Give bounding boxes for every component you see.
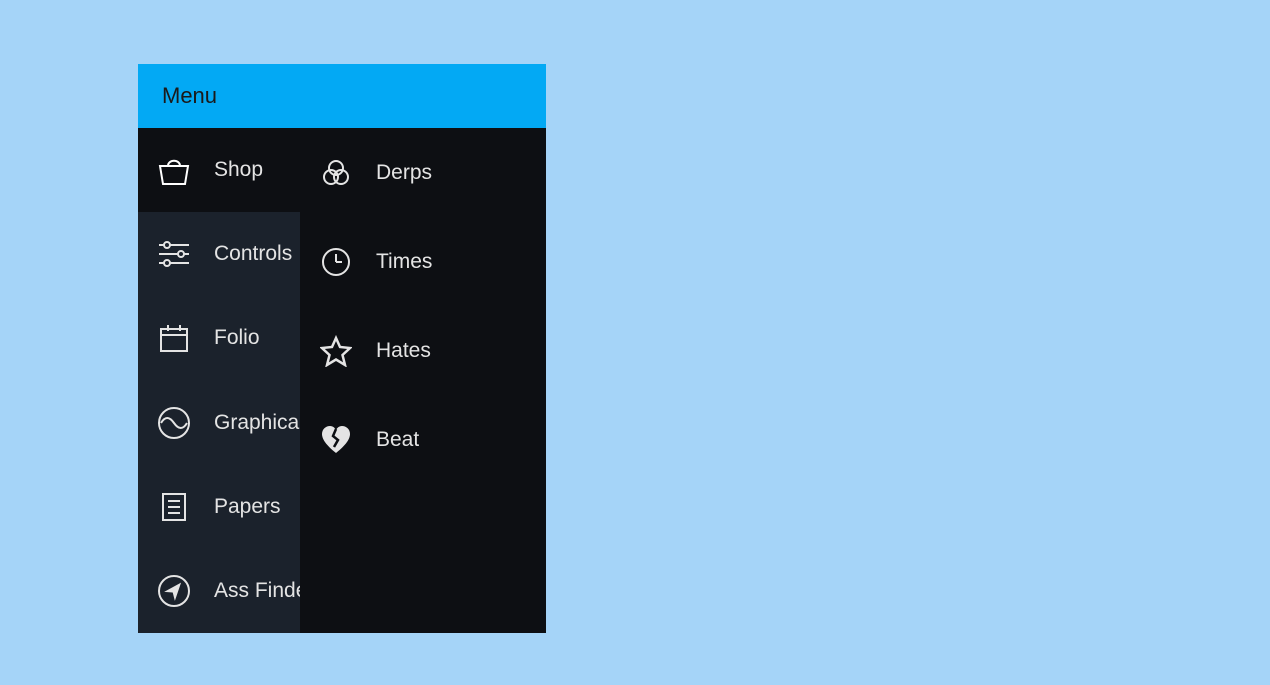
menu-item-label: Shop: [214, 158, 263, 182]
menu-item-beat[interactable]: Beat: [300, 395, 546, 484]
menu-item-controls[interactable]: Controls: [138, 212, 300, 296]
sliders-icon: [156, 236, 192, 272]
star-icon: [318, 333, 354, 369]
menu-item-label: Papers: [214, 495, 281, 519]
menu-left-column: Shop Controls: [138, 128, 300, 633]
menu-item-label: Hates: [376, 339, 431, 363]
heartbreak-icon: [318, 422, 354, 458]
bag-icon: [156, 152, 192, 188]
menu-item-label: Times: [376, 250, 432, 274]
menu-item-label: Beat: [376, 428, 419, 452]
menu-item-papers[interactable]: Papers: [138, 465, 300, 549]
menu-panel: Menu Shop: [138, 64, 546, 633]
menu-item-folio[interactable]: Folio: [138, 296, 300, 380]
compass-icon: [156, 573, 192, 609]
clock-icon: [318, 244, 354, 280]
menu-item-times[interactable]: Times: [300, 217, 546, 306]
calendar-icon: [156, 320, 192, 356]
menu-item-assfind[interactable]: Ass Finder: [138, 549, 300, 633]
document-icon: [156, 489, 192, 525]
menu-item-label: Controls: [214, 242, 292, 266]
menu-item-label: Derps: [376, 161, 432, 185]
menu-header: Menu: [138, 64, 546, 128]
menu-item-hates[interactable]: Hates: [300, 306, 546, 395]
wave-icon: [156, 405, 192, 441]
menu-item-derps[interactable]: Derps: [300, 128, 546, 217]
menu-columns: Shop Controls: [138, 128, 546, 633]
menu-item-label: Ass Finder: [214, 579, 300, 603]
menu-item-shop[interactable]: Shop: [138, 128, 300, 212]
menu-item-label: Graphical: [214, 411, 300, 435]
menu-title: Menu: [162, 83, 217, 109]
menu-right-column: Derps Times Hates: [300, 128, 546, 633]
venn-icon: [318, 155, 354, 191]
menu-item-graphical[interactable]: Graphical: [138, 381, 300, 465]
menu-item-label: Folio: [214, 326, 260, 350]
